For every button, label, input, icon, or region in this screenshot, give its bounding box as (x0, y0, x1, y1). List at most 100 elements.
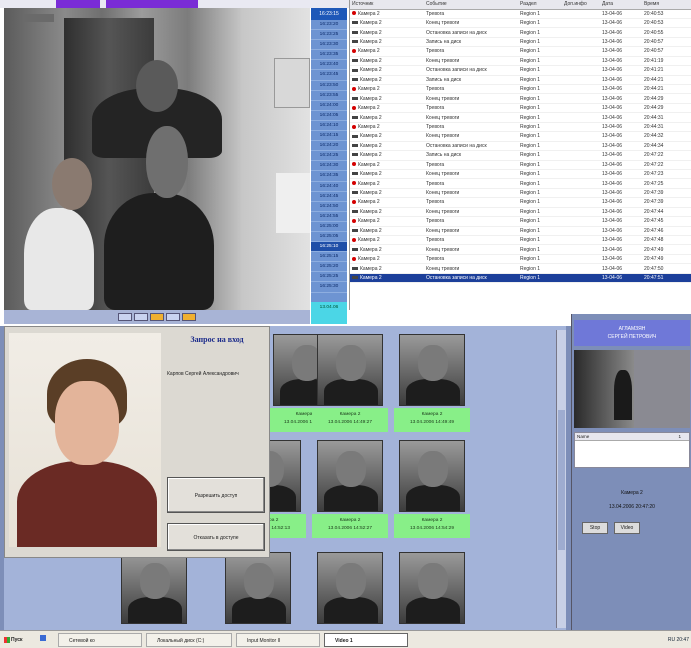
timeline-tick[interactable]: 16:25:15 (311, 252, 347, 263)
timeline-tick[interactable]: 16:23:35 (311, 50, 347, 61)
taskbar-button[interactable]: Локальный диск (C:) (146, 633, 232, 647)
rewind-button[interactable] (118, 313, 132, 321)
column-header[interactable]: Источник (350, 0, 424, 10)
step-forward-button[interactable] (166, 313, 180, 321)
play-button[interactable] (150, 313, 164, 321)
timeline-tick[interactable]: 16:24:20 (311, 141, 347, 152)
snapshot-thumbnail[interactable] (116, 552, 192, 624)
event-row[interactable]: Камера 2 Тревога Region 1 13-04-06 20:44:29 (350, 103, 691, 114)
event-row[interactable]: Камера 2 Запись на диск Region 1 13-04-06 20… (350, 75, 691, 86)
camera-video-view[interactable] (4, 8, 310, 310)
allow-access-button[interactable]: Разрешить доступ (167, 477, 265, 513)
snapshot-thumbnail[interactable] (220, 552, 296, 624)
column-header[interactable]: Время (642, 0, 691, 10)
event-row[interactable]: Камера 2 Конец тревоги Region 1 13-04-06 20:… (350, 226, 691, 237)
event-row[interactable]: Камера 2 Тревога Region 1 13-04-06 20:40:57 (350, 46, 691, 57)
column-header[interactable]: Событие (424, 0, 518, 10)
timeline-tick[interactable]: 16:23:20 (311, 20, 347, 31)
column-header[interactable]: Раздел (518, 0, 562, 10)
window-tab[interactable] (106, 0, 198, 8)
timeline-tick[interactable]: 16:24:35 (311, 171, 347, 182)
timeline-tick[interactable]: 16:25:30 (311, 282, 347, 293)
event-row[interactable]: Камера 2 Конец тревоги Region 1 13-04-06 20:… (350, 112, 691, 123)
stop-button[interactable]: Stop (582, 522, 608, 534)
event-row[interactable]: Камера 2 Конец тревоги Region 1 13-04-06 20:… (350, 188, 691, 199)
event-row[interactable]: Камера 2 Конец тревоги Region 1 13-04-06 20:… (350, 93, 691, 104)
snapshot-thumbnail[interactable]: Камера 2 13.04.2006 14:49:49 (394, 334, 470, 432)
timeline-tick[interactable]: 16:23:30 (311, 40, 347, 51)
event-row[interactable]: Камера 2 Конец тревоги Region 1 13-04-06 20:… (350, 207, 691, 218)
snapshot-thumbnail[interactable]: Камера 2 13.04.2006 14:52:27 (312, 440, 388, 538)
event-row[interactable]: Камера 2 Конец тревоги Region 1 13-04-06 20:… (350, 56, 691, 67)
taskbar-button[interactable]: Video 1 (324, 633, 408, 647)
event-source-label: Камера 2 (358, 86, 380, 93)
event-row[interactable]: Камера 2 Остановка записи на диск Region 1… (350, 141, 691, 152)
event-row[interactable]: Камера 2 Запись на диск Region 1 13-04-06 20… (350, 150, 691, 161)
quick-launch-icon[interactable] (40, 635, 46, 641)
event-row[interactable]: Камера 2 Тревога Region 1 13-04-06 20:47:45 (350, 216, 691, 227)
snapshot-thumbnail[interactable]: Камера 2 13.04.2006 14:54:29 (394, 440, 470, 538)
event-row[interactable]: Камера 2 Тревога Region 1 13-04-06 20:40:53 (350, 9, 691, 19)
event-row[interactable]: Камера 2 Конец тревоги Region 1 13-04-06 20:… (350, 18, 691, 29)
scrollbar-thumb[interactable] (558, 410, 565, 550)
timeline-tick[interactable]: 16:24:00 (311, 101, 347, 111)
camera-snapshot[interactable] (574, 350, 690, 428)
event-row[interactable]: Камера 2 Остановка записи на диск Region 1… (350, 273, 691, 284)
timeline-tick[interactable]: 16:25:25 (311, 272, 347, 283)
timeline-tick[interactable]: 16:24:45 (311, 192, 347, 202)
event-row[interactable]: Камера 2 Тревога Region 1 13-04-06 20:47:22 (350, 160, 691, 170)
fast-forward-button[interactable] (182, 313, 196, 321)
events-table[interactable]: Источник Событие Раздел Доп.инфо Дата Время К… (349, 0, 691, 310)
taskbar-button[interactable]: Input Monitor II (236, 633, 320, 647)
event-row[interactable]: Камера 2 Остановка записи на диск Region 1… (350, 65, 691, 76)
event-source-label: Камера 2 (360, 208, 382, 215)
event-row[interactable]: Камера 2 Конец тревоги Region 1 13-04-06 20:… (350, 169, 691, 180)
column-header[interactable]: Дата (600, 0, 642, 10)
step-back-button[interactable] (134, 313, 148, 321)
event-row[interactable]: Камера 2 Запись на диск Region 1 13-04-06 20… (350, 37, 691, 48)
event-row[interactable]: Камера 2 Конец тревоги Region 1 13-04-06 20:… (350, 244, 691, 255)
person-name: Карпов Сергей Александрович (167, 371, 239, 377)
info-list[interactable]: Name 1 (574, 432, 690, 468)
event-row[interactable]: Камера 2 Тревога Region 1 13-04-06 20:47:49 (350, 254, 691, 265)
timeline-tick[interactable]: 16:25:05 (311, 232, 347, 243)
snapshot-thumbnail[interactable]: Камера 2 13.04.2006 14:49:27 (312, 334, 388, 432)
event-row[interactable]: Камера 2 Тревога Region 1 13-04-06 20:47:39 (350, 197, 691, 208)
gallery-scrollbar[interactable] (556, 330, 566, 628)
timeline-tick[interactable]: 16:24:40 (311, 182, 347, 192)
event-row[interactable]: Камера 2 Конец тревоги Region 1 13-04-06 20:… (350, 131, 691, 142)
event-row[interactable]: Камера 2 Остановка записи на диск Region 1… (350, 27, 691, 38)
timeline-tick[interactable]: 16:23:55 (311, 91, 347, 101)
event-row[interactable]: Камера 2 Тревога Region 1 13-04-06 20:47:48 (350, 235, 691, 246)
timeline-tick[interactable]: 16:23:40 (311, 60, 347, 71)
timeline-tick[interactable]: 16:23:45 (311, 70, 347, 81)
timeline-tick[interactable]: 16:25:00 (311, 222, 347, 232)
timeline-tick[interactable]: 16:24:30 (311, 161, 347, 172)
event-row[interactable]: Камера 2 Тревога Region 1 13-04-06 20:44:31 (350, 122, 691, 133)
event-row[interactable]: Камера 2 Тревога Region 1 13-04-06 20:47:25 (350, 178, 691, 189)
timeline-tick[interactable]: 16:24:05 (311, 111, 347, 121)
timeline-column[interactable]: 16:23:15 16:23:20 16:23:25 16:23:30 16:23:3… (311, 8, 347, 324)
snapshot-thumbnail[interactable] (394, 552, 470, 624)
snapshot-thumbnail[interactable] (312, 552, 388, 624)
timeline-tick[interactable]: 16:24:55 (311, 212, 347, 222)
video-button[interactable]: Video (614, 522, 640, 534)
event-row[interactable]: Камера 2 Конец тревоги Region 1 13-04-06 20:… (350, 263, 691, 274)
event-cell: 13-04-06 (600, 65, 642, 76)
timeline-tick[interactable]: 16:23:25 (311, 30, 347, 41)
start-button[interactable]: Пуск (2, 633, 34, 647)
video-window-controls[interactable] (24, 14, 54, 22)
timeline-tick[interactable]: 16:23:50 (311, 81, 347, 91)
timeline-tick[interactable]: 16:24:25 (311, 151, 347, 162)
taskbar-button[interactable]: Сетевой ко (58, 633, 142, 647)
event-row[interactable]: Камера 2 Тревога Region 1 13-04-06 20:44:21 (350, 84, 691, 95)
timeline-tick[interactable]: 16:24:15 (311, 131, 347, 142)
timeline-tick[interactable]: 16:25:20 (311, 262, 347, 273)
column-header[interactable]: Доп.инфо (562, 0, 600, 10)
event-cell: Region 1 (518, 263, 562, 274)
window-tab[interactable] (56, 0, 100, 8)
timeline-tick[interactable]: 16:25:10 (311, 242, 347, 253)
deny-access-button[interactable]: Отказать в доступе (167, 523, 265, 551)
timeline-tick[interactable]: 16:24:10 (311, 121, 347, 132)
timeline-tick[interactable]: 16:24:50 (311, 202, 347, 212)
